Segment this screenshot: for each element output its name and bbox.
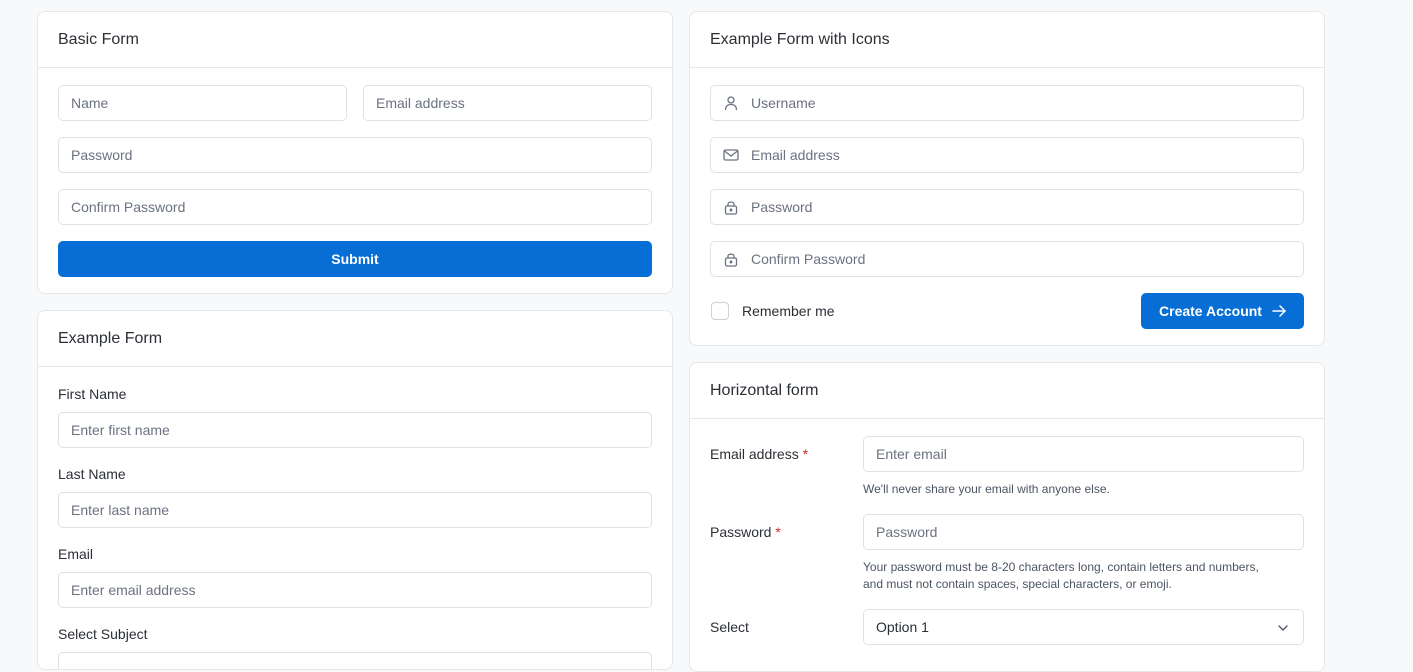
email-label: Email	[58, 546, 94, 562]
icon-form-card: Example Form with Icons Username Email a…	[689, 11, 1325, 346]
email-placeholder: Email address	[376, 95, 465, 111]
icon-email-input[interactable]: Email address	[710, 137, 1304, 173]
horizontal-password-label-text: Password	[710, 524, 772, 540]
password-help-text: Your password must be 8-20 characters lo…	[863, 559, 1259, 593]
last-name-input[interactable]: Enter last name	[58, 492, 652, 528]
example-email-placeholder: Enter email address	[71, 582, 196, 598]
basic-form-title: Basic Form	[38, 12, 672, 68]
chevron-down-icon	[1277, 622, 1289, 634]
first-name-placeholder: Enter first name	[71, 422, 170, 438]
icon-password-placeholder: Password	[751, 199, 813, 215]
password-help-line-1: Your password must be 8-20 characters lo…	[863, 560, 1259, 574]
create-account-button[interactable]: Create Account	[1141, 293, 1304, 329]
horizontal-email-input[interactable]: Enter email	[863, 436, 1304, 472]
remember-me-label[interactable]: Remember me	[742, 303, 835, 319]
password-input[interactable]: Password	[58, 137, 652, 173]
confirm-password-placeholder: Confirm Password	[71, 199, 186, 215]
mail-icon	[723, 147, 739, 163]
username-placeholder: Username	[751, 95, 816, 111]
lock-icon	[723, 251, 739, 267]
password-placeholder: Password	[71, 147, 133, 163]
first-name-input[interactable]: Enter first name	[58, 412, 652, 448]
horizontal-password-input[interactable]: Password	[863, 514, 1304, 550]
horizontal-form-card: Horizontal form Email address * Enter em…	[689, 362, 1325, 672]
example-form-title: Example Form	[38, 311, 672, 367]
example-form-card: Example Form First Name Enter first name…	[37, 310, 673, 670]
select-value: Option 1	[876, 619, 929, 635]
basic-form-card: Basic Form Name Email address Password C…	[37, 11, 673, 294]
remember-me-checkbox[interactable]	[711, 302, 729, 320]
last-name-label: Last Name	[58, 466, 126, 482]
username-input[interactable]: Username	[710, 85, 1304, 121]
email-input[interactable]: Email address	[363, 85, 652, 121]
horizontal-email-label-text: Email address	[710, 446, 799, 462]
password-help-line-2: and must not contain spaces, special cha…	[863, 577, 1172, 591]
lock-icon	[723, 199, 739, 215]
create-account-label: Create Account	[1159, 303, 1262, 319]
last-name-placeholder: Enter last name	[71, 502, 170, 518]
icon-confirm-password-input[interactable]: Confirm Password	[710, 241, 1304, 277]
confirm-password-input[interactable]: Confirm Password	[58, 189, 652, 225]
icon-form-title: Example Form with Icons	[690, 12, 1324, 68]
horizontal-email-placeholder: Enter email	[876, 446, 947, 462]
horizontal-password-label: Password *	[710, 524, 781, 540]
horizontal-form-title: Horizontal form	[690, 363, 1324, 419]
name-input[interactable]: Name	[58, 85, 347, 121]
subject-select[interactable]	[58, 652, 652, 669]
icon-confirm-password-placeholder: Confirm Password	[751, 251, 866, 267]
icon-password-input[interactable]: Password	[710, 189, 1304, 225]
select-subject-label: Select Subject	[58, 626, 148, 642]
first-name-label: First Name	[58, 386, 127, 402]
horizontal-password-placeholder: Password	[876, 524, 938, 540]
required-mark: *	[802, 446, 809, 462]
user-icon	[723, 95, 739, 111]
submit-button[interactable]: Submit	[58, 241, 652, 277]
icon-email-placeholder: Email address	[751, 147, 840, 163]
example-email-input[interactable]: Enter email address	[58, 572, 652, 608]
email-help-text: We'll never share your email with anyone…	[863, 482, 1110, 496]
select-label: Select	[710, 619, 749, 635]
name-placeholder: Name	[71, 95, 109, 111]
required-mark: *	[775, 524, 781, 540]
horizontal-email-label: Email address *	[710, 446, 808, 462]
option-select[interactable]: Option 1	[863, 609, 1304, 645]
arrow-right-icon	[1272, 304, 1286, 318]
